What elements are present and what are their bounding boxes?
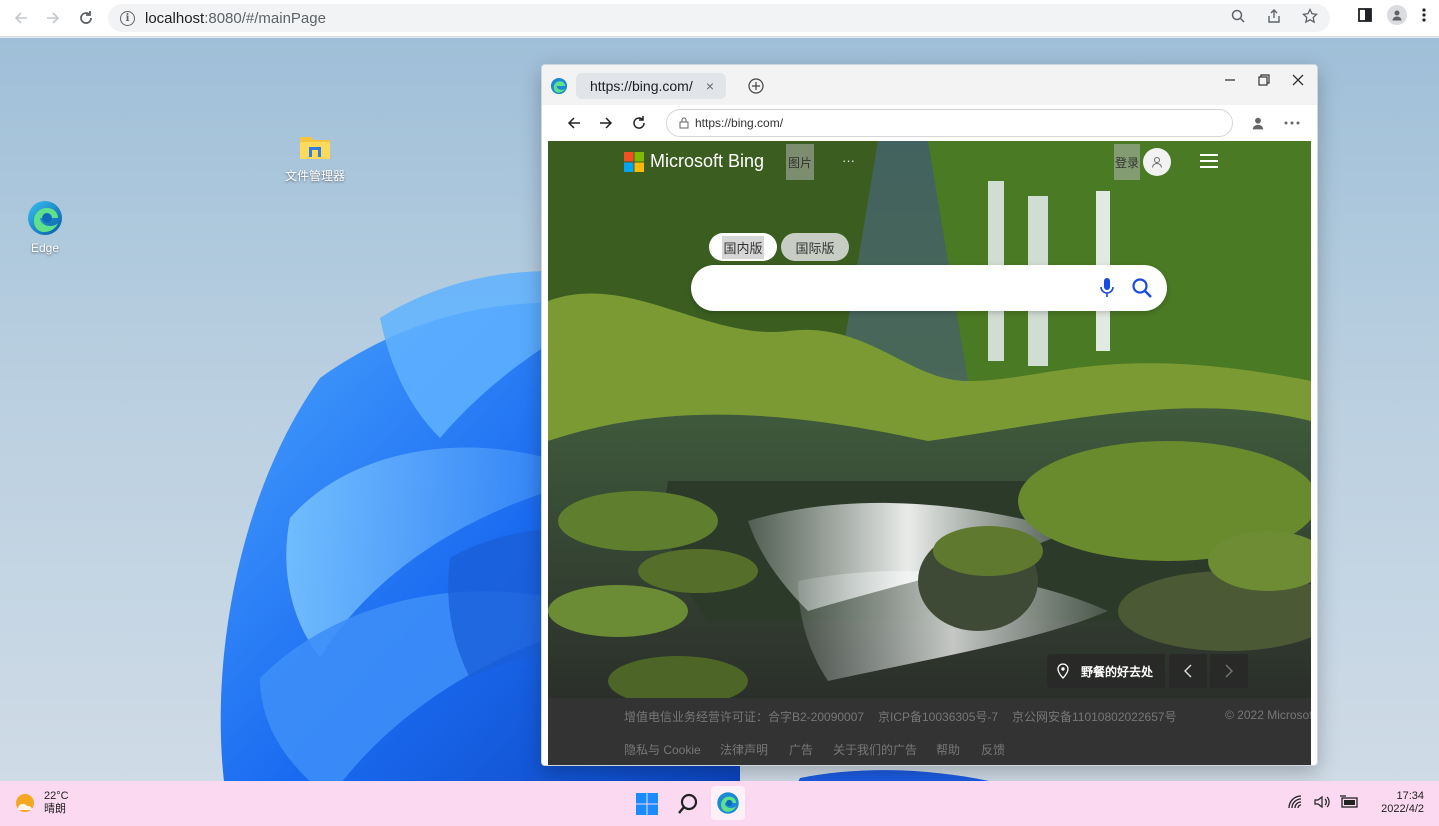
reload-icon <box>80 11 92 24</box>
edge-toolbar: https://bing.com/ <box>542 105 1317 141</box>
footer-link-privacy[interactable]: 隐私与 Cookie <box>624 741 701 758</box>
footer-security[interactable]: 京公网安备11010802022657号 <box>1012 708 1177 725</box>
footer-link-about-ads[interactable]: 关于我们的广告 <box>833 741 917 758</box>
microsoft-logo-icon <box>624 151 644 172</box>
weather-temp: 22°C <box>44 790 69 802</box>
edge-window[interactable]: https://bing.com/ × https://bing.com/ Mi… <box>541 64 1318 766</box>
search-box[interactable] <box>691 265 1167 311</box>
arrow-right-icon <box>47 12 60 24</box>
chevron-right-icon <box>1225 664 1233 678</box>
region-tab-intl[interactable]: 国际版 <box>781 233 849 261</box>
address-text: localhost:8080/#/mainPage <box>145 9 326 27</box>
edge-address-bar[interactable]: https://bing.com/ <box>666 109 1233 137</box>
desktop-icon-label: 文件管理器 <box>284 169 345 183</box>
region-tab-label: 国内版 <box>722 235 764 259</box>
star-icon[interactable] <box>1302 8 1318 24</box>
clock-time: 17:34 <box>1396 790 1424 802</box>
footer-copyright: © 2022 Microsoft <box>1225 708 1311 722</box>
edge-icon <box>550 77 568 95</box>
edge-icon <box>717 792 739 814</box>
menu-dots-icon[interactable] <box>1421 7 1427 23</box>
region-tab-label: 国际版 <box>795 240 835 256</box>
maximize-icon[interactable] <box>1257 73 1271 87</box>
search-icon[interactable] <box>677 793 699 815</box>
battery-icon <box>1340 795 1358 808</box>
footer-license: 增值电信业务经营许可证：合字B2-20090007 <box>624 710 865 724</box>
close-tab-icon[interactable]: × <box>706 78 714 94</box>
clock-date: 2022/4/2 <box>1381 803 1424 815</box>
share-icon[interactable] <box>1266 8 1282 24</box>
arrow-left-icon[interactable] <box>566 115 582 131</box>
prev-image-button[interactable] <box>1169 654 1207 688</box>
close-window-icon[interactable] <box>1291 73 1305 87</box>
reload-icon[interactable] <box>631 115 647 131</box>
site-info-icon[interactable]: i <box>120 10 135 26</box>
desktop-icon-label: Edge <box>30 241 60 255</box>
address-bar[interactable]: i localhost:8080/#/mainPage <box>108 4 1330 32</box>
person-icon[interactable] <box>1251 116 1265 130</box>
microphone-icon[interactable] <box>1099 277 1115 299</box>
weather-sun-icon <box>16 794 34 812</box>
wifi-icon <box>1288 795 1302 809</box>
next-image-button[interactable] <box>1210 654 1248 688</box>
reload-button[interactable] <box>70 2 102 34</box>
arrow-right-icon[interactable] <box>598 115 614 131</box>
chrome-toolbar: i localhost:8080/#/mainPage <box>0 0 1439 37</box>
hamburger-menu-icon[interactable] <box>1199 153 1219 169</box>
profile-avatar[interactable] <box>1387 5 1407 25</box>
more-icon[interactable] <box>1283 120 1301 126</box>
side-panel-icon[interactable] <box>1357 7 1373 23</box>
caption-text: 野餐的好去处 <box>1081 664 1154 679</box>
forward-button[interactable] <box>37 2 69 34</box>
new-tab-icon[interactable] <box>748 78 764 94</box>
desktop-icon-edge[interactable]: Edge <box>5 199 85 255</box>
bing-footer: 增值电信业务经营许可证：合字B2-20090007 京ICP备10036305号… <box>548 698 1311 765</box>
bing-brand: Microsoft Bing <box>650 151 765 171</box>
desktop-icon-file-manager[interactable]: 文件管理器 <box>275 131 355 184</box>
edge-tab[interactable]: https://bing.com/ × <box>576 73 726 99</box>
bing-page: Microsoft Bing 图片 ··· 登录 国内版 国际版 野餐的好去处 <box>548 141 1311 765</box>
windows-start-icon[interactable] <box>636 793 658 815</box>
footer-link-legal[interactable]: 法律声明 <box>720 741 768 758</box>
zoom-icon[interactable] <box>1230 8 1246 24</box>
footer-link-feedback[interactable]: 反馈 <box>981 741 1005 758</box>
lock-icon <box>679 117 689 129</box>
region-tab-cn[interactable]: 国内版 <box>709 233 777 261</box>
edge-tab-strip: https://bing.com/ × <box>542 65 1317 105</box>
footer-link-ads[interactable]: 广告 <box>789 741 813 758</box>
system-tray[interactable] <box>1288 795 1360 809</box>
minimize-icon[interactable] <box>1223 73 1237 87</box>
chevron-left-icon <box>1184 664 1192 678</box>
avatar[interactable] <box>1143 148 1171 176</box>
weather-widget[interactable]: 22°C 晴朗 <box>12 790 69 816</box>
footer-link-help[interactable]: 帮助 <box>936 741 960 758</box>
arrow-left-icon <box>14 12 27 24</box>
volume-icon <box>1314 795 1330 809</box>
folder-icon <box>300 137 330 159</box>
location-pin-icon <box>1057 663 1069 679</box>
back-button[interactable] <box>5 2 37 34</box>
signin-link[interactable]: 登录 <box>1114 144 1141 180</box>
person-icon <box>1392 10 1402 21</box>
bing-logo[interactable]: Microsoft Bing <box>624 151 764 172</box>
edge-icon <box>28 201 62 235</box>
search-icon[interactable] <box>1131 277 1153 299</box>
person-icon <box>1152 157 1162 168</box>
nav-more-link[interactable]: ··· <box>842 153 855 168</box>
edge-tab-title: https://bing.com/ <box>590 78 693 94</box>
footer-icp[interactable]: 京ICP备10036305号-7 <box>878 708 998 725</box>
waterfall-background <box>548 141 1311 698</box>
weather-desc: 晴朗 <box>44 803 66 815</box>
edge-address-text: https://bing.com/ <box>695 116 784 130</box>
taskbar-edge-button[interactable] <box>711 786 745 820</box>
nav-images-link[interactable]: 图片 <box>786 144 815 180</box>
clock[interactable]: 17:34 2022/4/2 <box>1381 790 1424 816</box>
taskbar: 22°C 晴朗 17:34 2022/4/2 <box>0 781 1439 826</box>
image-caption[interactable]: 野餐的好去处 <box>1047 654 1165 688</box>
